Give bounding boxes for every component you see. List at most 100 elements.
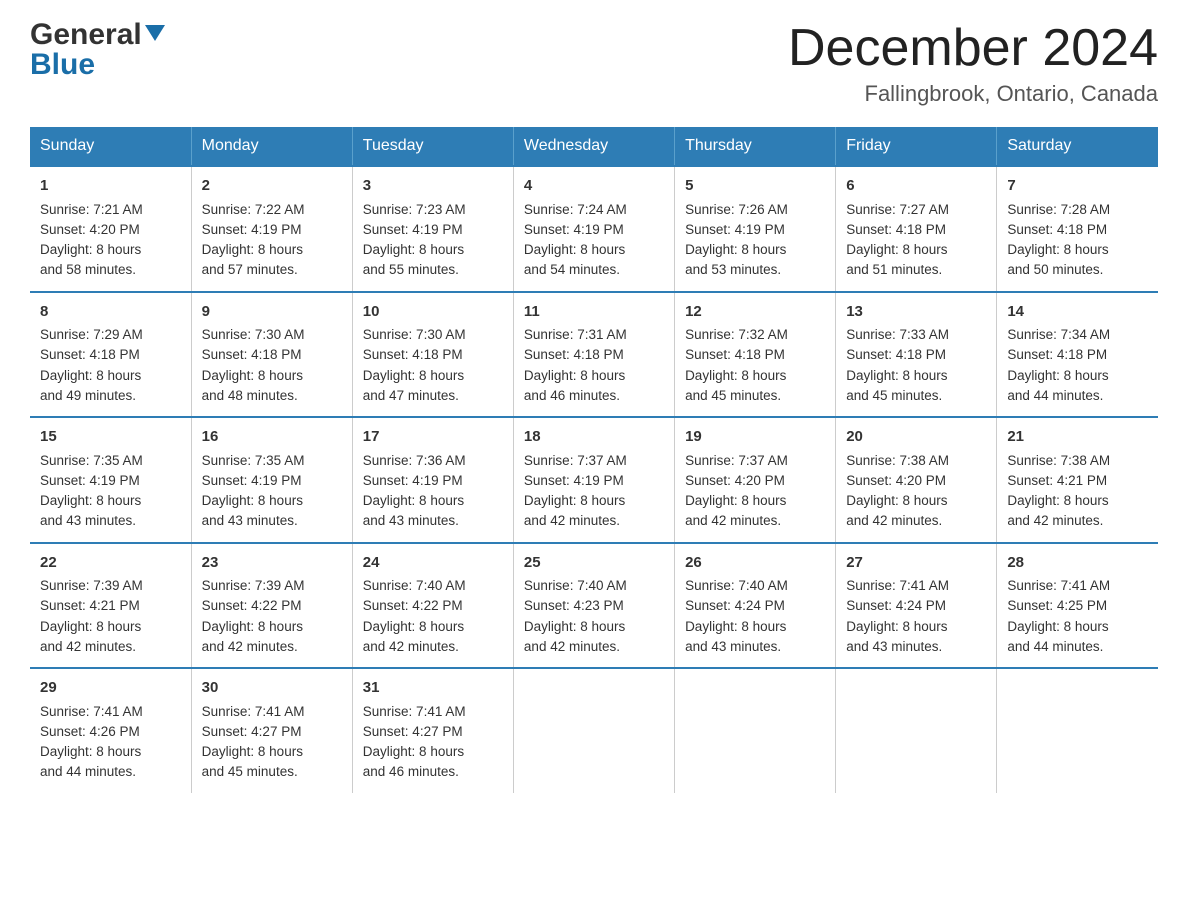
- day-number: 11: [524, 301, 664, 324]
- calendar-cell: [997, 668, 1158, 793]
- daylight-text-2: and 42 minutes.: [40, 639, 136, 654]
- day-number: 15: [40, 426, 181, 449]
- daylight-text: Daylight: 8 hours: [40, 242, 141, 257]
- calendar-cell: 27Sunrise: 7:41 AMSunset: 4:24 PMDayligh…: [836, 543, 997, 669]
- sunset-text: Sunset: 4:25 PM: [1007, 598, 1107, 613]
- day-number: 4: [524, 175, 664, 198]
- sunset-text: Sunset: 4:20 PM: [685, 473, 785, 488]
- day-number: 20: [846, 426, 986, 449]
- day-number: 30: [202, 677, 342, 700]
- day-number: 6: [846, 175, 986, 198]
- daylight-text-2: and 45 minutes.: [846, 388, 942, 403]
- calendar-day-header-sunday: Sunday: [30, 127, 191, 166]
- sunset-text: Sunset: 4:26 PM: [40, 724, 140, 739]
- calendar-cell: 29Sunrise: 7:41 AMSunset: 4:26 PMDayligh…: [30, 668, 191, 793]
- day-number: 19: [685, 426, 825, 449]
- sunset-text: Sunset: 4:20 PM: [40, 222, 140, 237]
- daylight-text: Daylight: 8 hours: [202, 744, 303, 759]
- month-title: December 2024: [788, 20, 1158, 77]
- daylight-text: Daylight: 8 hours: [524, 368, 625, 383]
- logo-blue-text: Blue: [30, 50, 165, 80]
- daylight-text: Daylight: 8 hours: [202, 619, 303, 634]
- day-number: 28: [1007, 552, 1148, 575]
- sunset-text: Sunset: 4:22 PM: [202, 598, 302, 613]
- calendar-cell: 1Sunrise: 7:21 AMSunset: 4:20 PMDaylight…: [30, 166, 191, 292]
- calendar-week-row-4: 22Sunrise: 7:39 AMSunset: 4:21 PMDayligh…: [30, 543, 1158, 669]
- sunrise-text: Sunrise: 7:40 AM: [685, 578, 788, 593]
- day-number: 22: [40, 552, 181, 575]
- daylight-text-2: and 47 minutes.: [363, 388, 459, 403]
- logo: General Blue: [30, 20, 165, 80]
- sunrise-text: Sunrise: 7:33 AM: [846, 327, 949, 342]
- calendar-cell: 26Sunrise: 7:40 AMSunset: 4:24 PMDayligh…: [675, 543, 836, 669]
- daylight-text: Daylight: 8 hours: [202, 242, 303, 257]
- calendar-cell: 2Sunrise: 7:22 AMSunset: 4:19 PMDaylight…: [191, 166, 352, 292]
- daylight-text-2: and 57 minutes.: [202, 262, 298, 277]
- daylight-text: Daylight: 8 hours: [1007, 619, 1108, 634]
- calendar-cell: 3Sunrise: 7:23 AMSunset: 4:19 PMDaylight…: [352, 166, 513, 292]
- daylight-text: Daylight: 8 hours: [685, 242, 786, 257]
- day-number: 31: [363, 677, 503, 700]
- sunset-text: Sunset: 4:19 PM: [202, 473, 302, 488]
- calendar-cell: 13Sunrise: 7:33 AMSunset: 4:18 PMDayligh…: [836, 292, 997, 418]
- calendar-cell: 20Sunrise: 7:38 AMSunset: 4:20 PMDayligh…: [836, 417, 997, 543]
- daylight-text: Daylight: 8 hours: [363, 493, 464, 508]
- logo-line1: General: [30, 20, 165, 50]
- daylight-text-2: and 45 minutes.: [685, 388, 781, 403]
- sunrise-text: Sunrise: 7:30 AM: [202, 327, 305, 342]
- calendar-cell: 22Sunrise: 7:39 AMSunset: 4:21 PMDayligh…: [30, 543, 191, 669]
- calendar-cell: 11Sunrise: 7:31 AMSunset: 4:18 PMDayligh…: [513, 292, 674, 418]
- daylight-text: Daylight: 8 hours: [202, 368, 303, 383]
- daylight-text: Daylight: 8 hours: [363, 619, 464, 634]
- daylight-text: Daylight: 8 hours: [40, 744, 141, 759]
- calendar-cell: 6Sunrise: 7:27 AMSunset: 4:18 PMDaylight…: [836, 166, 997, 292]
- sunset-text: Sunset: 4:18 PM: [40, 347, 140, 362]
- sunrise-text: Sunrise: 7:21 AM: [40, 202, 143, 217]
- sunset-text: Sunset: 4:18 PM: [846, 222, 946, 237]
- calendar-cell: 19Sunrise: 7:37 AMSunset: 4:20 PMDayligh…: [675, 417, 836, 543]
- calendar-cell: [513, 668, 674, 793]
- calendar-cell: 9Sunrise: 7:30 AMSunset: 4:18 PMDaylight…: [191, 292, 352, 418]
- sunrise-text: Sunrise: 7:40 AM: [363, 578, 466, 593]
- day-number: 26: [685, 552, 825, 575]
- daylight-text-2: and 43 minutes.: [685, 639, 781, 654]
- sunrise-text: Sunrise: 7:31 AM: [524, 327, 627, 342]
- calendar-cell: 24Sunrise: 7:40 AMSunset: 4:22 PMDayligh…: [352, 543, 513, 669]
- day-number: 23: [202, 552, 342, 575]
- sunset-text: Sunset: 4:22 PM: [363, 598, 463, 613]
- calendar-week-row-2: 8Sunrise: 7:29 AMSunset: 4:18 PMDaylight…: [30, 292, 1158, 418]
- logo-general-text: General: [30, 20, 142, 50]
- calendar-week-row-5: 29Sunrise: 7:41 AMSunset: 4:26 PMDayligh…: [30, 668, 1158, 793]
- daylight-text-2: and 42 minutes.: [524, 639, 620, 654]
- calendar-cell: 14Sunrise: 7:34 AMSunset: 4:18 PMDayligh…: [997, 292, 1158, 418]
- calendar-cell: 31Sunrise: 7:41 AMSunset: 4:27 PMDayligh…: [352, 668, 513, 793]
- sunset-text: Sunset: 4:19 PM: [363, 222, 463, 237]
- calendar-cell: 4Sunrise: 7:24 AMSunset: 4:19 PMDaylight…: [513, 166, 674, 292]
- daylight-text-2: and 46 minutes.: [363, 764, 459, 779]
- sunrise-text: Sunrise: 7:22 AM: [202, 202, 305, 217]
- sunset-text: Sunset: 4:24 PM: [685, 598, 785, 613]
- daylight-text: Daylight: 8 hours: [846, 493, 947, 508]
- daylight-text-2: and 42 minutes.: [685, 513, 781, 528]
- daylight-text-2: and 55 minutes.: [363, 262, 459, 277]
- sunrise-text: Sunrise: 7:37 AM: [524, 453, 627, 468]
- sunset-text: Sunset: 4:18 PM: [846, 347, 946, 362]
- sunrise-text: Sunrise: 7:24 AM: [524, 202, 627, 217]
- calendar-cell: 16Sunrise: 7:35 AMSunset: 4:19 PMDayligh…: [191, 417, 352, 543]
- day-number: 10: [363, 301, 503, 324]
- sunrise-text: Sunrise: 7:38 AM: [1007, 453, 1110, 468]
- page-header: General Blue December 2024 Fallingbrook,…: [30, 20, 1158, 107]
- calendar-day-header-monday: Monday: [191, 127, 352, 166]
- sunset-text: Sunset: 4:19 PM: [40, 473, 140, 488]
- daylight-text-2: and 54 minutes.: [524, 262, 620, 277]
- daylight-text-2: and 42 minutes.: [524, 513, 620, 528]
- daylight-text-2: and 43 minutes.: [846, 639, 942, 654]
- calendar-header-row: SundayMondayTuesdayWednesdayThursdayFrid…: [30, 127, 1158, 166]
- daylight-text-2: and 43 minutes.: [40, 513, 136, 528]
- daylight-text-2: and 44 minutes.: [40, 764, 136, 779]
- calendar-day-header-thursday: Thursday: [675, 127, 836, 166]
- calendar-cell: 30Sunrise: 7:41 AMSunset: 4:27 PMDayligh…: [191, 668, 352, 793]
- daylight-text-2: and 49 minutes.: [40, 388, 136, 403]
- calendar-cell: 28Sunrise: 7:41 AMSunset: 4:25 PMDayligh…: [997, 543, 1158, 669]
- calendar-cell: 12Sunrise: 7:32 AMSunset: 4:18 PMDayligh…: [675, 292, 836, 418]
